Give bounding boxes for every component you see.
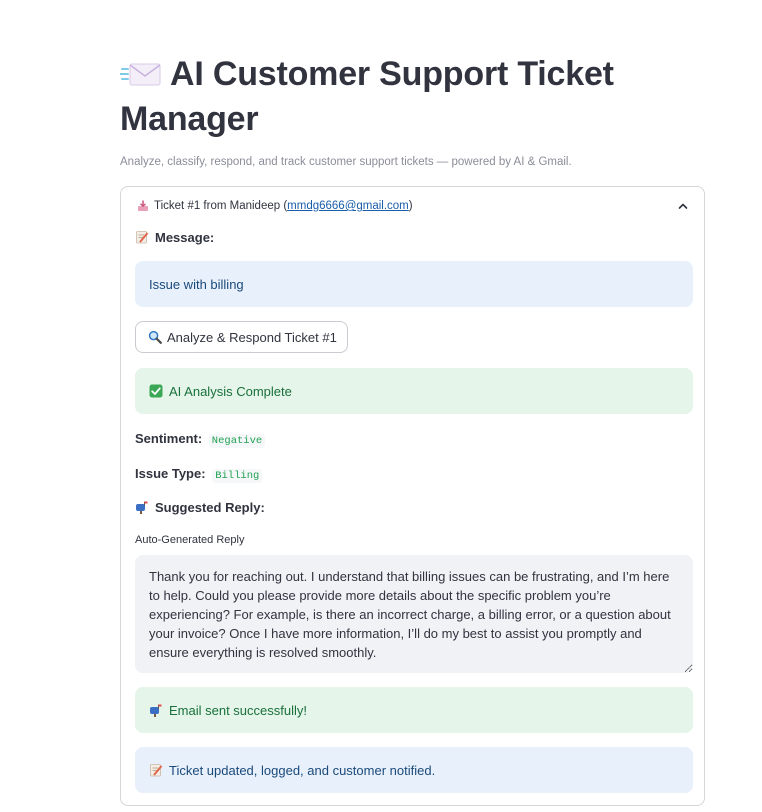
email-sent-text: Email sent successfully! [169, 702, 307, 718]
ticket-header-text: Ticket #1 from Manideep (mmdg6666@gmail.… [154, 200, 413, 212]
memo-icon [136, 231, 149, 244]
title-block: AI Customer Support Ticket Manager [120, 52, 680, 142]
page-subtitle: Analyze, classify, respond, and track cu… [120, 156, 572, 168]
message-box: Issue with billing [135, 261, 693, 307]
message-heading: Message: [135, 230, 214, 245]
inbox-tray-icon [138, 200, 148, 211]
issue-type-row: Issue Type: Billing [135, 466, 263, 483]
ticket-updated-text: Ticket updated, logged, and customer not… [169, 762, 436, 778]
ticket-expander: Ticket #1 from Manideep (mmdg6666@gmail.… [120, 186, 705, 806]
issue-type-value: Billing [212, 469, 263, 483]
message-heading-text: Message: [155, 230, 215, 245]
reply-textarea[interactable]: Thank you for reaching out. I understand… [135, 555, 693, 673]
sentiment-label: Sentiment: [135, 431, 203, 446]
ticket-updated-alert: Ticket updated, logged, and customer not… [135, 747, 693, 793]
analysis-complete-text: AI Analysis Complete [169, 383, 292, 399]
page-title: AI Customer Support Ticket Manager [120, 52, 680, 142]
check-mark-icon [149, 384, 163, 398]
memo-icon [150, 764, 163, 777]
analyze-respond-button[interactable]: Analyze & Respond Ticket #1 [135, 321, 348, 353]
envelope-icon [120, 63, 161, 86]
analyze-respond-label: Analyze & Respond Ticket #1 [167, 329, 337, 345]
issue-type-label: Issue Type: [135, 466, 206, 481]
resize-grip-icon[interactable] [687, 665, 691, 669]
magnifier-icon [148, 330, 162, 344]
sentiment-row: Sentiment: Negative [135, 431, 266, 448]
ticket-header-prefix: Ticket #1 from Manideep ( [154, 200, 288, 212]
message-text: Issue with billing [149, 276, 244, 292]
sentiment-value: Negative [208, 434, 266, 448]
suggested-reply-heading: Suggested Reply: [135, 500, 265, 515]
chevron-up-icon[interactable] [676, 199, 690, 213]
ticket-expander-header[interactable]: Ticket #1 from Manideep (mmdg6666@gmail.… [121, 187, 704, 225]
email-sent-alert: Email sent successfully! [135, 687, 693, 733]
page: AI Customer Support Ticket Manager Analy… [0, 0, 762, 812]
analysis-complete-alert: AI Analysis Complete [135, 368, 693, 414]
reply-field-label: Auto-Generated Reply [135, 534, 245, 546]
mailbox-icon [150, 704, 162, 717]
suggested-reply-heading-text: Suggested Reply: [155, 500, 265, 515]
page-title-text: AI Customer Support Ticket Manager [120, 55, 614, 138]
ticket-header-suffix: ) [408, 200, 413, 212]
customer-email-link[interactable]: mmdg6666@gmail.com [287, 200, 409, 212]
mailbox-icon [136, 501, 148, 514]
